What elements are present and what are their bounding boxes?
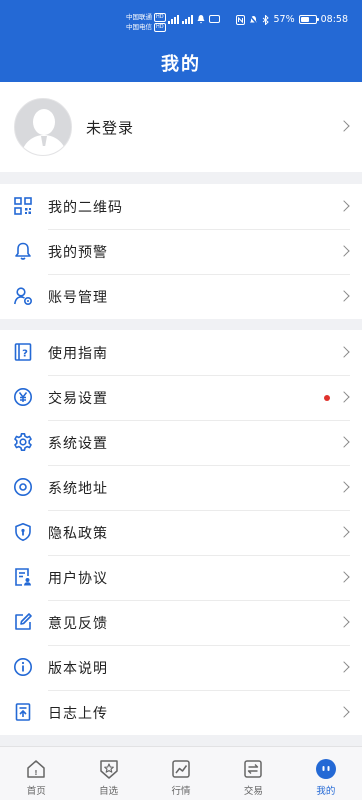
tab-trade[interactable]: 交易 [217,747,289,800]
account-icon [14,287,33,306]
chevron-right-icon [338,436,350,448]
trade-icon [244,760,263,778]
avatar [14,98,72,156]
home-icon: ! [27,760,45,778]
bluetooth-icon [263,14,270,25]
nfc-icon [236,14,246,25]
market-icon [172,760,190,778]
menu-item-system-settings[interactable]: 系统设置 [0,420,362,465]
watchlist-icon [99,760,118,779]
menu-item-label: 隐私政策 [48,525,108,542]
chevron-right-icon [338,245,350,257]
carrier-2: 中国电信 [126,23,152,31]
tab-profile[interactable]: 我的 [290,747,362,800]
hd-badge: HD [154,22,166,32]
menu-item-log-upload[interactable]: 日志上传 [0,690,362,735]
menu-item-user-guide[interactable]: ? 使用指南 [0,330,362,375]
feedback-icon [15,613,32,630]
menu-item-label: 交易设置 [48,390,108,407]
profile-icon [315,759,336,779]
menu-item-label: 系统设置 [48,435,108,452]
chevron-right-icon [338,571,350,583]
chevron-right-icon [338,120,350,132]
menu-group-settings: ? 使用指南 交易设置 系统设置 系统地址 隐私政策 用户协议 意见反馈 版本说… [0,330,362,735]
location-icon [14,478,32,496]
message-icon [209,15,220,23]
notification-dot [324,395,330,401]
menu-group-account: 我的二维码 我的预警 账号管理 [0,184,362,319]
menu-item-label: 我的预警 [48,244,108,261]
tab-market[interactable]: 行情 [145,747,217,800]
tab-label: 我的 [316,786,336,797]
menu-item-trade-settings[interactable]: 交易设置 [0,375,362,420]
clock: 08:58 [320,14,348,25]
menu-item-account-management[interactable]: 账号管理 [0,274,362,319]
tab-label: 自选 [99,786,119,797]
tab-label: 交易 [243,786,263,797]
gear-icon [14,433,32,451]
menu-item-label: 版本说明 [48,660,108,677]
login-status-label: 未登录 [86,118,135,137]
upload-log-icon [15,703,31,721]
tab-label: 首页 [26,786,46,797]
menu-item-system-address[interactable]: 系统地址 [0,465,362,510]
menu-item-label: 账号管理 [48,289,108,306]
menu-item-privacy-policy[interactable]: 隐私政策 [0,510,362,555]
notification-bell-icon [197,15,205,24]
guide-icon: ? [14,343,32,361]
chevron-right-icon [338,481,350,493]
tab-watchlist[interactable]: 自选 [72,747,144,800]
chevron-right-icon [338,526,350,538]
signal-icon [182,14,193,24]
menu-item-label: 使用指南 [48,345,108,362]
menu-item-label: 意见反馈 [48,615,108,632]
menu-item-version-notes[interactable]: 版本说明 [0,645,362,690]
agreement-icon [15,568,31,586]
menu-item-my-alerts[interactable]: 我的预警 [0,229,362,274]
battery-percent: 57% [273,14,295,25]
chevron-right-icon [338,391,350,403]
chevron-right-icon [338,200,350,212]
chevron-right-icon [338,290,350,302]
signal-icon [168,14,179,24]
tab-label: 行情 [171,786,191,797]
bell-icon [15,242,31,260]
mute-icon [249,14,259,25]
login-row[interactable]: 未登录 [0,82,362,172]
carrier-1: 中国联通 [126,13,152,21]
menu-item-label: 日志上传 [48,705,108,722]
header: 中国联通 HD 中国电信 HD 57% 08:58 我的 [0,0,362,82]
page-title: 我的 [161,54,201,75]
yen-icon [14,388,32,406]
menu-item-label: 我的二维码 [48,199,123,216]
status-right: 57% 08:58 [236,14,348,25]
hd-badge: HD [154,12,166,22]
tab-home[interactable]: ! 首页 [0,747,72,800]
chevron-right-icon [338,346,350,358]
svg-text:!: ! [35,769,38,777]
menu-item-label: 用户协议 [48,570,108,587]
bottom-tab-bar: ! 首页 自选 行情 交易 我的 [0,746,362,800]
carrier-info: 中国联通 HD 中国电信 HD [126,12,166,32]
qr-code-icon [14,197,32,215]
info-icon [14,658,32,676]
menu-item-my-qrcode[interactable]: 我的二维码 [0,184,362,229]
svg-text:?: ? [22,349,28,360]
menu-item-user-agreement[interactable]: 用户协议 [0,555,362,600]
chevron-right-icon [338,661,350,673]
chevron-right-icon [338,616,350,628]
chevron-right-icon [338,706,350,718]
signal-icons [168,14,220,24]
status-bar: 中国联通 HD 中国电信 HD 57% 08:58 [0,10,362,34]
battery-icon [298,15,319,24]
shield-icon [15,523,31,542]
menu-item-label: 系统地址 [48,480,108,497]
menu-item-feedback[interactable]: 意见反馈 [0,600,362,645]
